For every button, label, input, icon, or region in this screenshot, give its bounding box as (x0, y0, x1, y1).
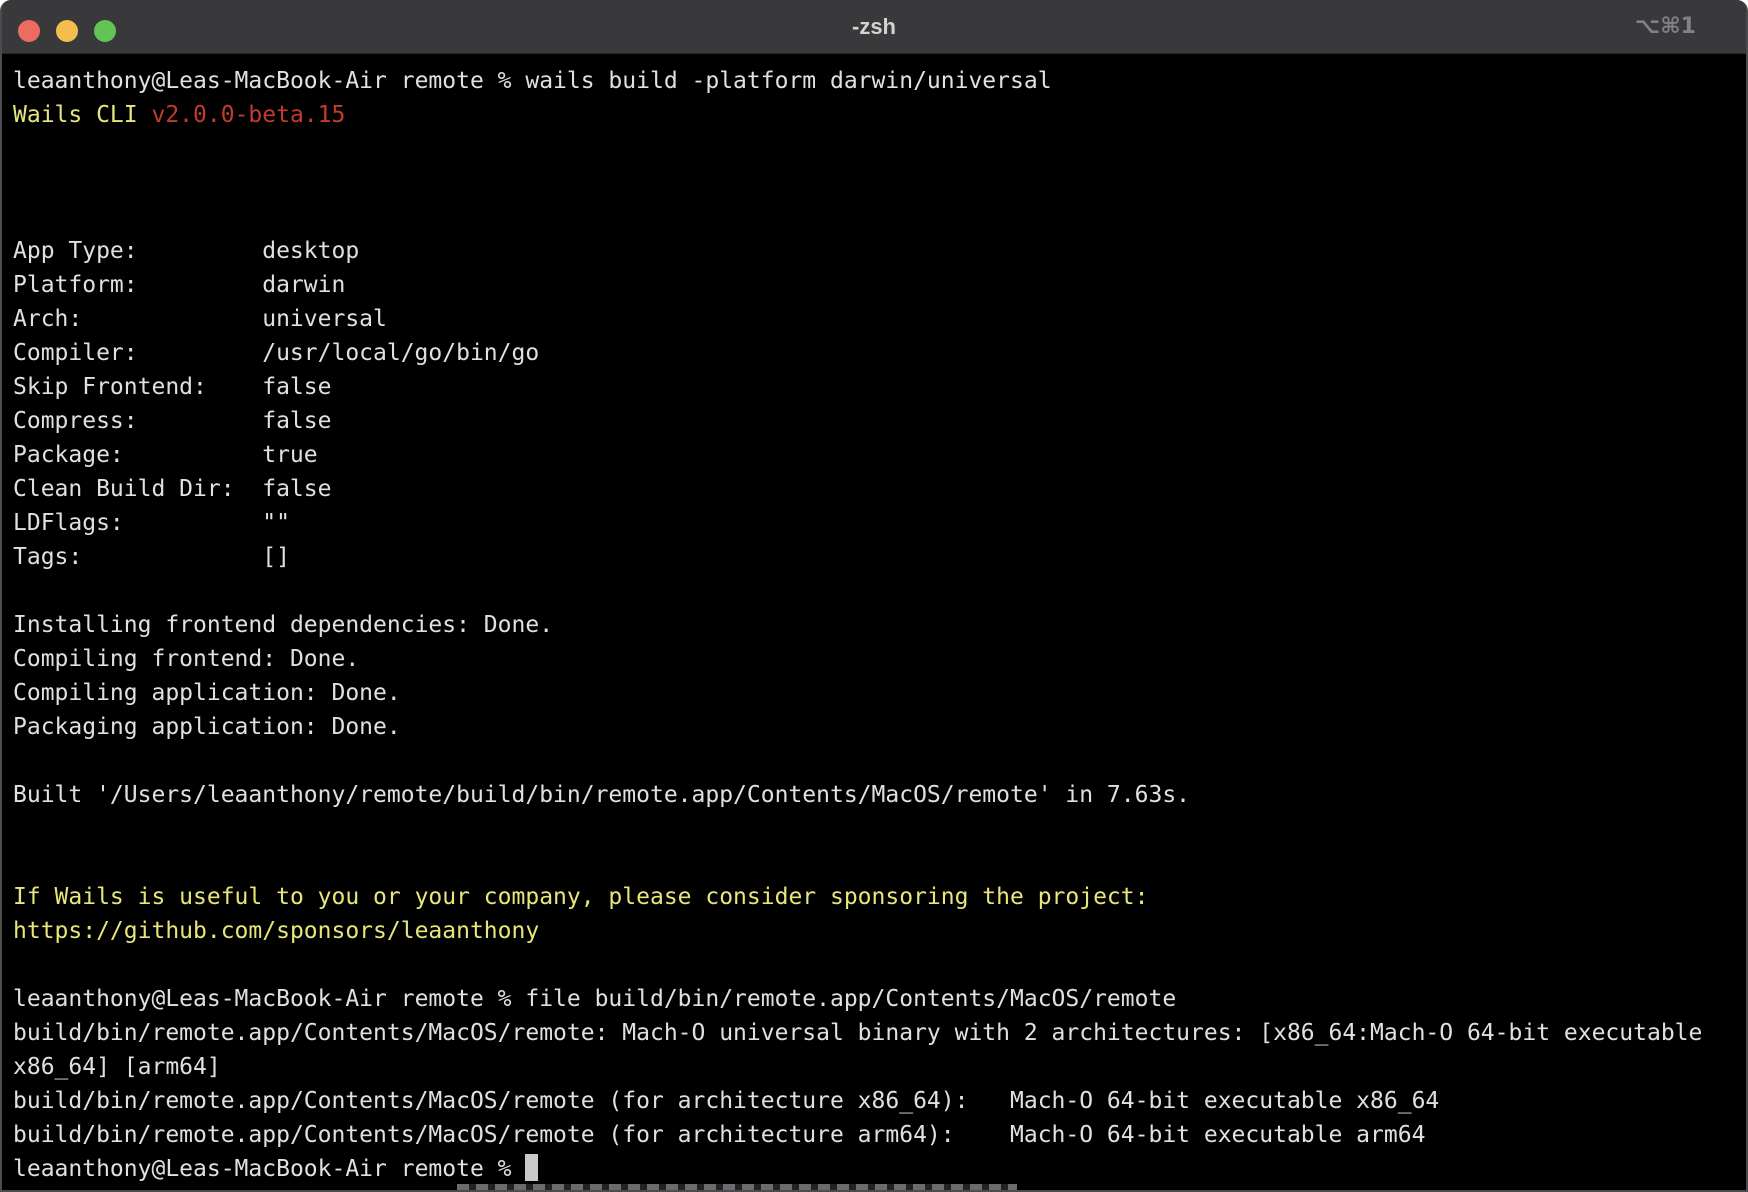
config-value: true (262, 442, 317, 468)
sponsor-message-text: If Wails is useful to you or your compan… (13, 884, 1148, 910)
config-value: "" (262, 510, 290, 536)
config-value: false (262, 408, 331, 434)
config-value: false (262, 476, 331, 502)
config-label: App Type: (13, 234, 262, 268)
wails-cli-label: Wails CLI (13, 102, 151, 128)
config-label: LDFlags: (13, 506, 262, 540)
config-row-clean-build-dir: Clean Build Dir:false (13, 472, 1735, 506)
blank-line (13, 846, 1735, 880)
terminal-screen[interactable]: leaanthony@Leas-MacBook-Air remote % wai… (2, 54, 1746, 1186)
config-label: Tags: (13, 540, 262, 574)
prompt-line-current[interactable]: leaanthony@Leas-MacBook-Air remote % (13, 1152, 1735, 1186)
blank-line (13, 200, 1735, 234)
config-row-compiler: Compiler:/usr/local/go/bin/go (13, 336, 1735, 370)
progress-line-packaging: Packaging application: Done. (13, 710, 1735, 744)
window-title: -zsh (2, 0, 1746, 53)
config-row-compress: Compress:false (13, 404, 1735, 438)
config-row-skip-frontend: Skip Frontend:false (13, 370, 1735, 404)
wails-banner-line: Wails CLI v2.0.0-beta.15 (13, 98, 1735, 132)
file-output-line-1-wrap: x86_64] [arm64] (13, 1050, 1735, 1084)
blank-line (13, 948, 1735, 982)
file-output-text: build/bin/remote.app/Contents/MacOS/remo… (13, 1122, 1425, 1148)
blank-line (13, 132, 1735, 166)
prompt-line-file: leaanthony@Leas-MacBook-Air remote % fil… (13, 982, 1735, 1016)
terminal-window: -zsh ⌥⌘1 leaanthony@Leas-MacBook-Air rem… (0, 0, 1748, 1192)
progress-text: Packaging application: Done. (13, 714, 401, 740)
prompt-command-text: leaanthony@Leas-MacBook-Air remote % wai… (13, 68, 1052, 94)
sponsor-url-line: https://github.com/sponsors/leaanthony (13, 914, 1735, 948)
progress-line-frontend: Compiling frontend: Done. (13, 642, 1735, 676)
config-row-platform: Platform:darwin (13, 268, 1735, 302)
tab-shortcut-label: ⌥⌘1 (1635, 0, 1696, 53)
blank-line (13, 166, 1735, 200)
config-label: Compress: (13, 404, 262, 438)
config-value: /usr/local/go/bin/go (262, 340, 539, 366)
config-label: Package: (13, 438, 262, 472)
progress-line-deps: Installing frontend dependencies: Done. (13, 608, 1735, 642)
file-output-line-1: build/bin/remote.app/Contents/MacOS/remo… (13, 1016, 1735, 1050)
prompt-text: leaanthony@Leas-MacBook-Air remote % (13, 1156, 525, 1182)
blank-line (13, 744, 1735, 778)
config-row-ldflags: LDFlags:"" (13, 506, 1735, 540)
config-value: darwin (262, 272, 345, 298)
config-row-tags: Tags:[] (13, 540, 1735, 574)
progress-text: Compiling frontend: Done. (13, 646, 359, 672)
blank-line (13, 574, 1735, 608)
progress-text: Installing frontend dependencies: Done. (13, 612, 553, 638)
config-value: [] (262, 544, 290, 570)
file-output-text: build/bin/remote.app/Contents/MacOS/remo… (13, 1020, 1702, 1046)
progress-line-application: Compiling application: Done. (13, 676, 1735, 710)
config-value: desktop (262, 238, 359, 264)
blank-line (13, 812, 1735, 846)
titlebar[interactable]: -zsh ⌥⌘1 (2, 0, 1746, 54)
prompt-line-build: leaanthony@Leas-MacBook-Air remote % wai… (13, 64, 1735, 98)
built-result-text: Built '/Users/leaanthony/remote/build/bi… (13, 782, 1190, 808)
file-output-text: x86_64] [arm64] (13, 1054, 221, 1080)
config-label: Platform: (13, 268, 262, 302)
built-result-line: Built '/Users/leaanthony/remote/build/bi… (13, 778, 1735, 812)
wails-version-label: v2.0.0-beta.15 (151, 102, 345, 128)
config-label: Compiler: (13, 336, 262, 370)
progress-text: Compiling application: Done. (13, 680, 401, 706)
file-output-line-arm: build/bin/remote.app/Contents/MacOS/remo… (13, 1118, 1735, 1152)
background-window-sliver (457, 1184, 1017, 1190)
sponsor-url: https://github.com/sponsors/leaanthony (13, 918, 539, 944)
config-value: universal (262, 306, 387, 332)
file-output-text: build/bin/remote.app/Contents/MacOS/remo… (13, 1088, 1439, 1114)
config-row-app-type: App Type:desktop (13, 234, 1735, 268)
config-row-package: Package:true (13, 438, 1735, 472)
config-label: Arch: (13, 302, 262, 336)
sponsor-message-line: If Wails is useful to you or your compan… (13, 880, 1735, 914)
config-label: Skip Frontend: (13, 370, 262, 404)
config-row-arch: Arch:universal (13, 302, 1735, 336)
prompt-command-text: leaanthony@Leas-MacBook-Air remote % fil… (13, 986, 1176, 1012)
file-output-line-x86: build/bin/remote.app/Contents/MacOS/remo… (13, 1084, 1735, 1118)
terminal-cursor (525, 1154, 538, 1181)
config-label: Clean Build Dir: (13, 472, 262, 506)
config-value: false (262, 374, 331, 400)
